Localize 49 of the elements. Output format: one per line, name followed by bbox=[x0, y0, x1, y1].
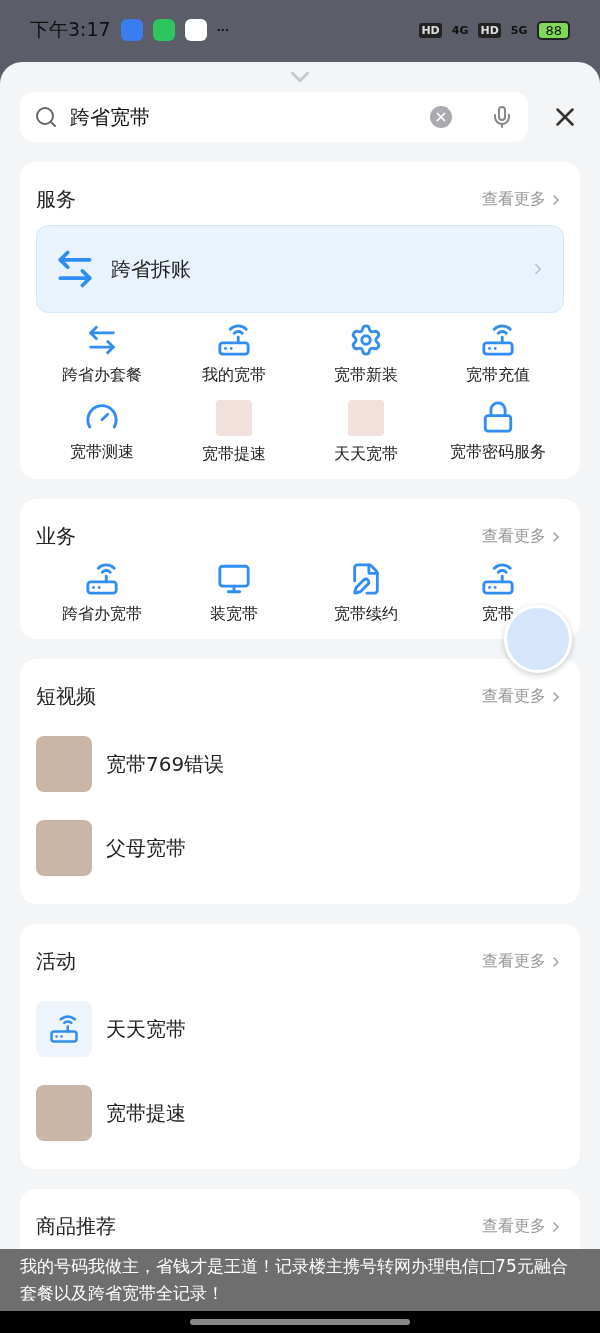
router-icon bbox=[481, 562, 515, 596]
search-field[interactable]: 跨省宽带 bbox=[20, 92, 528, 142]
gear-icon bbox=[349, 323, 383, 357]
network-label: 4G bbox=[451, 23, 469, 37]
service-label[interactable]: 宽带提速 bbox=[202, 444, 266, 465]
service-label[interactable]: 天天宽带 bbox=[334, 444, 398, 465]
photo-placeholder bbox=[36, 820, 92, 876]
thumbnail-image bbox=[216, 400, 252, 436]
router-icon bbox=[481, 323, 515, 357]
clear-icon[interactable] bbox=[430, 106, 452, 128]
result-title[interactable]: 宽带769错误 bbox=[106, 750, 225, 778]
network-label: 5G bbox=[510, 23, 528, 37]
section-title: 商品推荐 bbox=[36, 1213, 116, 1240]
hd-label: HD bbox=[478, 22, 501, 38]
result-title[interactable]: 宽带提速 bbox=[106, 1099, 186, 1127]
service-label[interactable]: 宽带新装 bbox=[334, 365, 398, 386]
router-icon bbox=[85, 562, 119, 596]
service-label[interactable]: 宽带测速 bbox=[70, 442, 134, 463]
banner-item[interactable]: 跨省拆账 bbox=[36, 225, 564, 313]
section-title: 短视频 bbox=[36, 683, 96, 710]
search-icon bbox=[34, 105, 58, 129]
caption-text: 我的号码我做主，省钱才是王道！记录楼主携号转网办理电信□75元融合套餐以及跨省宽带全记录！ bbox=[0, 1249, 600, 1311]
service-label[interactable]: 宽带充值 bbox=[466, 365, 530, 386]
photo-placeholder bbox=[36, 1085, 92, 1141]
hd-label: HD bbox=[419, 22, 442, 38]
router-icon bbox=[217, 323, 251, 357]
battery-level: 88 bbox=[537, 20, 570, 40]
status-time: 下午3:17 bbox=[30, 17, 111, 42]
banner-label: 跨省拆账 bbox=[111, 255, 192, 283]
service-label[interactable]: 装宽带 bbox=[210, 604, 258, 625]
more-notifications: ··· bbox=[216, 23, 230, 37]
service-label[interactable]: 宽带续约 bbox=[334, 604, 398, 625]
padlock-icon bbox=[481, 400, 515, 434]
section-title: 服务 bbox=[36, 186, 76, 213]
result-title[interactable]: 天天宽带 bbox=[106, 1015, 186, 1043]
photo-placeholder bbox=[36, 736, 92, 792]
service-label[interactable]: 宽带 bbox=[482, 604, 514, 625]
service-label[interactable]: 跨省办套餐 bbox=[62, 365, 142, 386]
search-input[interactable]: 跨省宽带 bbox=[68, 104, 420, 130]
service-label[interactable]: 宽带密码服务 bbox=[450, 442, 546, 463]
router-icon bbox=[36, 1001, 92, 1057]
result-title[interactable]: 父母宽带 bbox=[106, 834, 186, 862]
section-title: 活动 bbox=[36, 948, 76, 975]
service-label[interactable]: 跨省办宽带 bbox=[62, 604, 142, 625]
service-label[interactable]: 我的宽带 bbox=[202, 365, 266, 386]
thumbnail-image bbox=[348, 400, 384, 436]
monitor-icon bbox=[217, 562, 251, 596]
section-title: 业务 bbox=[36, 523, 76, 550]
chat-app-icon bbox=[152, 19, 175, 41]
